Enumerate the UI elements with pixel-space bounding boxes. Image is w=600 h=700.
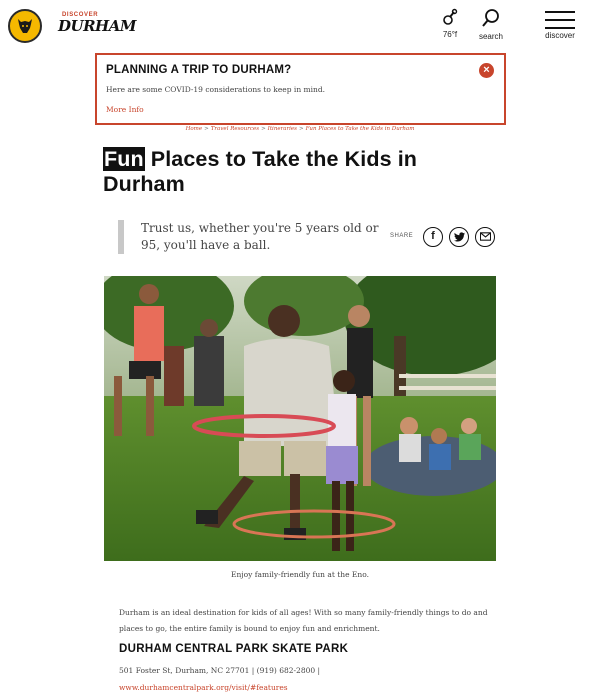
email-icon[interactable] — [475, 227, 495, 247]
discover-menu-button[interactable]: discover — [538, 8, 582, 40]
alert-title: PLANNING A TRIP TO DURHAM? — [106, 64, 292, 76]
quote-bar — [118, 220, 124, 254]
breadcrumb-separator: > — [204, 126, 209, 132]
search-icon — [482, 9, 499, 27]
share-label: SHARE — [390, 233, 414, 239]
search-label: search — [478, 32, 503, 41]
weather-widget[interactable]: 76°f — [436, 8, 464, 39]
discover-label: discover — [545, 31, 575, 40]
article-hero-photo — [104, 276, 496, 561]
breadcrumb-separator: > — [299, 126, 304, 132]
breadcrumb-current[interactable]: Fun Places to Take the Kids in Durham — [306, 126, 415, 132]
breadcrumb: Home > Travel Resources > Itineraries > Fun Pl… — [0, 126, 600, 132]
brand-logo[interactable]: DISCOVER DURHAM — [58, 12, 136, 35]
covid-alert-banner: PLANNING A TRIP TO DURHAM? Here are some… — [95, 53, 506, 125]
page-title: Fun Places to Take the Kids in Durham — [103, 147, 503, 197]
breadcrumb-travel-resources[interactable]: Travel Resources — [211, 126, 259, 132]
photo-caption: Enjoy family-friendly fun at the Eno. — [231, 570, 369, 579]
twitter-icon[interactable] — [449, 227, 469, 247]
breadcrumb-separator: > — [261, 126, 266, 132]
alert-text: Here are some COVID-19 considerations to… — [106, 85, 326, 94]
brand-big-text: DURHAM — [58, 17, 136, 35]
section-title: DURHAM CENTRAL PARK SKATE PARK — [119, 643, 349, 655]
website-link[interactable]: www.durhamcentralpark.org/visit/#feature… — [119, 683, 288, 692]
title-highlight: Fun — [103, 147, 145, 171]
hamburger-icon — [538, 8, 582, 29]
thermometer-icon — [443, 8, 458, 25]
close-icon[interactable]: × — [479, 63, 494, 78]
facebook-icon[interactable]: f — [423, 227, 443, 247]
site-header: DISCOVER DURHAM 76°f search discover — [0, 0, 600, 52]
article-intro: Durham is an ideal destination for kids … — [119, 608, 488, 633]
weather-temperature: 76°f — [442, 30, 458, 39]
more-info-link[interactable]: More Info — [106, 105, 495, 114]
article-subtitle: Trust us, whether you're 5 years old or … — [141, 221, 379, 252]
breadcrumb-itineraries[interactable]: Itineraries — [268, 126, 297, 132]
breadcrumb-home[interactable]: Home — [186, 126, 203, 132]
address-line: 501 Foster St, Durham, NC 27701 | (919) … — [119, 666, 321, 675]
title-rest: Places to Take the Kids in Durham — [103, 147, 418, 196]
search-button[interactable]: search — [474, 8, 508, 41]
bull-logo-icon[interactable] — [8, 9, 42, 43]
